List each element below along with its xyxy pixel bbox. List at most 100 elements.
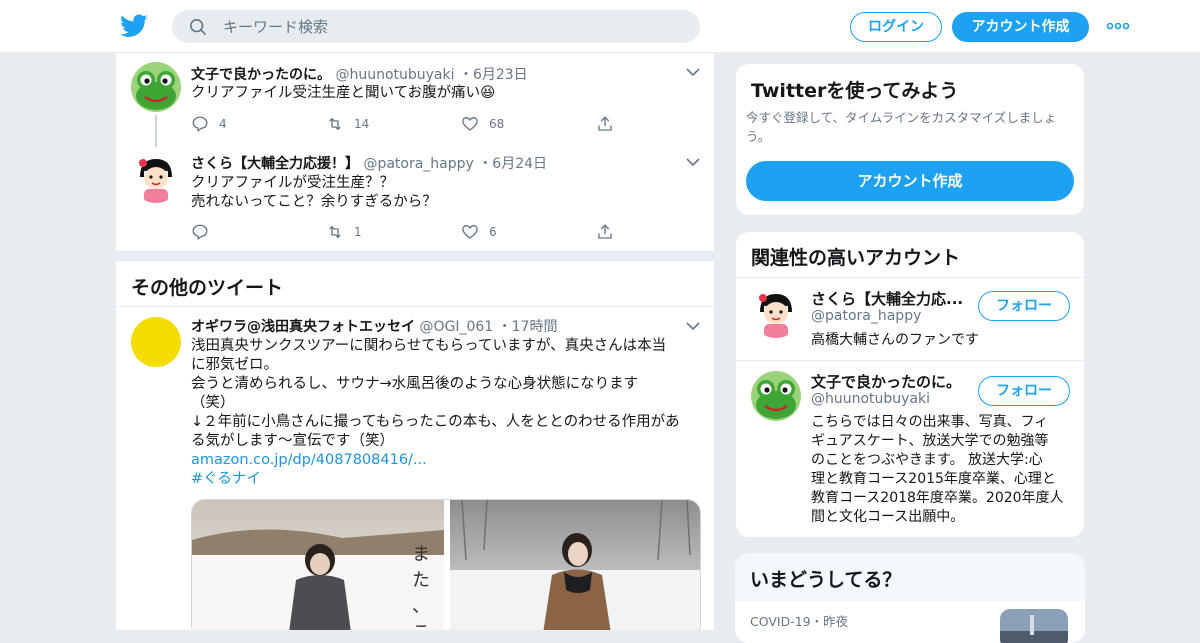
follow-button[interactable]: フォロー [978, 291, 1070, 321]
follow-button[interactable]: フォロー [978, 376, 1070, 406]
search-bar[interactable] [172, 10, 700, 43]
timestamp[interactable]: 6月23日 [473, 67, 528, 83]
tweet-header: オギワラ@浅田真央フォトエッセイ @OGI_061 ・17時間 [191, 316, 557, 336]
tweet-header: 文子で良かったのに。 @huunotubuyaki ・6月23日 [191, 64, 528, 84]
trends-title: いまどうしてる？ [750, 569, 902, 591]
display-name[interactable]: さくら【大輔全力応援！】 [191, 156, 359, 172]
frog-avatar-image [751, 371, 801, 421]
signup-button[interactable]: アカウント作成 [952, 12, 1089, 42]
timestamp[interactable]: 6月24日 [492, 156, 547, 172]
timestamp[interactable]: 17時間 [512, 319, 558, 335]
avatar[interactable] [751, 288, 801, 338]
chevron-down-icon[interactable] [686, 322, 700, 331]
signup-card-title: Twitterを使ってみよう [751, 80, 959, 102]
share-icon [598, 116, 612, 131]
book-cover-char: た [412, 570, 430, 591]
signup-card-description: 今すぐ登録して、タイムラインをカスタマイズしましょう。 [746, 110, 1057, 144]
trend-meta: COVID-19・昨夜 [750, 611, 848, 630]
like-count: 68 [489, 117, 505, 131]
more-options-icon[interactable] [1106, 17, 1130, 35]
related-accounts-card: 関連性の高いアカウント さくら【大輔全力応... @patora_happy 高… [735, 231, 1085, 538]
account-bio-line: 教育コース2018年度卒業。2020年度人 [811, 490, 1064, 506]
frog-avatar-image [131, 62, 181, 112]
account-bio: こちらでは日々の出来事、写真、フィ ギュアスケート、放送大学での勉強等 のことを… [811, 413, 1073, 527]
timeline-column: 文子で良かったのに。 @huunotubuyaki ・6月23日 クリアファイル… [115, 53, 715, 630]
thread-connector [155, 115, 157, 147]
account-row[interactable]: 文子で良かったのに。 @huunotubuyaki こちらでは日々の出来事、写真… [736, 361, 1084, 537]
account-name[interactable]: 文子で良かったのに。 [811, 371, 961, 392]
tweet-media[interactable]: ま た 、 こ [191, 499, 701, 630]
retweet-icon [329, 225, 341, 239]
account-row[interactable]: さくら【大輔全力応... @patora_happy 高橋大輔さんのファンです … [736, 278, 1084, 360]
trend-time: 昨夜 [823, 614, 849, 629]
twitter-bird-icon[interactable] [120, 13, 148, 39]
handle[interactable]: @patora_happy [363, 156, 473, 172]
retweet-count: 1 [354, 225, 362, 239]
trend-thumbnail[interactable] [1000, 609, 1068, 643]
heart-icon [462, 117, 478, 131]
hashtag-link[interactable]: #ぐるナイ [191, 470, 701, 489]
display-name[interactable]: 文子で良かったのに。 [191, 67, 331, 83]
search-icon [189, 18, 207, 36]
tweet-text-line: （笑） [191, 395, 235, 411]
tweet-text-line: 売れないってこと？余りすぎるから？ [191, 194, 437, 210]
account-bio-line: こちらでは日々の出来事、写真、フィ [811, 414, 1049, 430]
tweet-text: 浅田真央サンクスツアーに関わらせてもらっていますが、真央さんは本当 に邪気ゼロ。… [191, 337, 701, 489]
cartoon-girl-avatar-image [131, 153, 181, 203]
tweet-actions: 4 14 68 [191, 114, 631, 134]
account-handle[interactable]: @huunotubuyaki [811, 391, 930, 407]
account-name[interactable]: さくら【大輔全力応... [811, 288, 963, 309]
tweet-text-line: 浅田真央サンクスツアーに関わらせてもらっていますが、真央さんは本当 [191, 338, 667, 354]
related-accounts-title: 関連性の高いアカウント [751, 247, 961, 269]
avatar[interactable] [751, 371, 801, 421]
tweet-header: さくら【大輔全力応援！】 @patora_happy ・6月24日 [191, 153, 547, 173]
book-cover-char: こ [412, 622, 430, 630]
login-button[interactable]: ログイン [850, 12, 942, 42]
reply-icon [192, 224, 208, 241]
avatar[interactable] [131, 62, 181, 112]
trend-category: COVID-19 [750, 614, 811, 629]
tweet-actions: 1 6 [191, 222, 631, 242]
account-bio-line: のことをつぶやきます。 放送大学:心 [811, 452, 1043, 468]
retweet-icon [329, 117, 341, 131]
section-divider [116, 251, 714, 261]
book-cover-char: 、 [412, 596, 430, 617]
more-tweets-heading: その他のツイート [131, 277, 284, 299]
book-cover-photos: ま た 、 こ [192, 500, 700, 630]
account-bio-line: 間と文化コース出願中。 [811, 509, 965, 525]
tweet-link[interactable]: amazon.co.jp/dp/4087808416/... [191, 451, 701, 470]
tweet-text-line: 会うと清められるし、サウナ→水風呂後のような心身状態になります [191, 376, 639, 392]
display-name[interactable]: オギワラ@浅田真央フォトエッセイ [191, 319, 415, 335]
account-bio-line: 理と教育コース2015年度卒業、心理と [811, 471, 1056, 487]
like-count: 6 [489, 225, 497, 239]
book-cover-char: ま [412, 544, 430, 565]
create-account-button[interactable]: アカウント作成 [746, 161, 1074, 201]
timestamp-separator: ・ [497, 319, 512, 335]
handle[interactable]: @huunotubuyaki [335, 67, 454, 83]
timestamp-separator: ・ [478, 156, 493, 172]
timestamp-separator: ・ [458, 67, 473, 83]
heart-icon [462, 225, 478, 239]
signup-card: Twitterを使ってみよう 今すぐ登録して、タイムラインをカスタマイズしましょ… [735, 63, 1085, 216]
account-handle[interactable]: @patora_happy [811, 308, 921, 324]
cartoon-girl-avatar-image [751, 288, 801, 338]
tweet-text: クリアファイルが受注生産？？ 売れないってこと？余りすぎるから？ [191, 174, 701, 212]
trend-thumbnail-image [1000, 609, 1068, 643]
tweet-text-line: クリアファイルが受注生産？？ [191, 175, 394, 191]
search-input[interactable] [223, 11, 683, 42]
tweet-text: クリアファイル受注生産と聞いてお腹が痛い😆 [191, 85, 496, 101]
reply-count: 4 [219, 117, 227, 131]
thread-tweet[interactable]: さくら【大輔全力応援！】 @patora_happy ・6月24日 クリアファイ… [116, 145, 714, 251]
retweet-count: 14 [354, 117, 370, 131]
account-bio: 高橋大輔さんのファンです [811, 332, 979, 348]
avatar[interactable] [131, 153, 181, 203]
tweet-text-line: に邪気ゼロ。 [191, 357, 278, 373]
top-bar: ログイン アカウント作成 [0, 0, 1200, 53]
tweet-text-line: る気がします〜宣伝です（笑） [191, 433, 394, 449]
handle[interactable]: @OGI_061 [419, 319, 493, 335]
thread-tweet[interactable]: 文子で良かったのに。 @huunotubuyaki ・6月23日 クリアファイル… [116, 53, 714, 147]
chevron-down-icon[interactable] [686, 158, 700, 167]
share-icon [598, 224, 612, 239]
chevron-down-icon[interactable] [686, 68, 700, 77]
avatar[interactable] [131, 317, 181, 367]
